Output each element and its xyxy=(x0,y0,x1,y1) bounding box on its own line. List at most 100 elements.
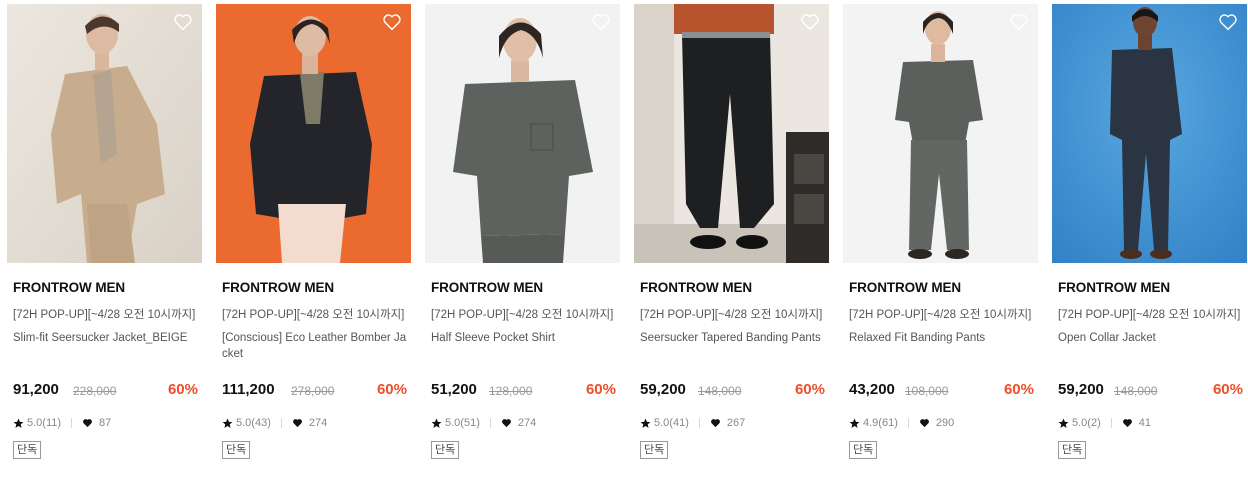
original-price: 148,000 xyxy=(698,384,742,398)
divider xyxy=(907,418,909,428)
star-icon xyxy=(640,418,651,428)
product-image[interactable] xyxy=(634,4,829,263)
star-icon xyxy=(1058,418,1069,428)
rating-value: 5.0(11) xyxy=(27,417,62,429)
discount-rate: 60% xyxy=(167,381,198,398)
sale-price: 91,200 xyxy=(13,381,59,398)
brand-name[interactable]: FRONTROW MEN xyxy=(222,280,334,295)
product-photo-open-collar xyxy=(1052,4,1247,263)
brand-name[interactable]: FRONTROW MEN xyxy=(849,280,961,295)
original-price: 108,000 xyxy=(905,384,949,398)
star-icon xyxy=(849,418,860,428)
brand-name[interactable]: FRONTROW MEN xyxy=(13,280,125,295)
heart-icon xyxy=(1122,419,1132,428)
exclusive-badge: 단독 xyxy=(222,441,251,459)
promo-label[interactable]: [72H POP-UP][~4/28 오전 10시까지] xyxy=(222,306,408,322)
divider xyxy=(1110,418,1112,428)
discount-rate: 60% xyxy=(1212,381,1243,398)
brand-name[interactable]: FRONTROW MEN xyxy=(640,280,752,295)
product-card[interactable]: FRONTROW MEN [72H POP-UP][~4/28 오전 10시까지… xyxy=(216,4,411,474)
star-icon xyxy=(222,418,233,428)
product-name[interactable]: Relaxed Fit Banding Pants xyxy=(849,330,1035,346)
exclusive-badge: 단독 xyxy=(431,441,460,459)
product-card[interactable]: FRONTROW MEN [72H POP-UP][~4/28 오전 10시까지… xyxy=(634,4,829,474)
brand-name[interactable]: FRONTROW MEN xyxy=(431,280,543,295)
heart-icon xyxy=(83,419,92,428)
wishlist-heart-icon[interactable] xyxy=(382,13,402,31)
star-icon xyxy=(431,418,442,428)
product-grid: FRONTROW MEN [72H POP-UP][~4/28 오전 10시까지… xyxy=(0,0,1248,493)
product-stats: 5.0(2) 41 xyxy=(1058,416,1151,430)
like-count: 290 xyxy=(935,417,955,429)
product-photo-pocket-shirt xyxy=(425,4,620,263)
promo-label[interactable]: [72H POP-UP][~4/28 오전 10시까지] xyxy=(640,306,826,322)
wishlist-heart-icon[interactable] xyxy=(591,13,611,31)
promo-label[interactable]: [72H POP-UP][~4/28 오전 10시까지] xyxy=(1058,306,1244,322)
original-price: 128,000 xyxy=(489,384,533,398)
product-stats: 4.9(61) 290 xyxy=(849,416,954,430)
divider xyxy=(71,418,73,428)
product-image[interactable] xyxy=(843,4,1038,263)
sale-price: 111,200 xyxy=(222,381,275,398)
sale-price: 43,200 xyxy=(849,381,895,398)
sale-price: 59,200 xyxy=(640,381,686,398)
product-image[interactable] xyxy=(1052,4,1247,263)
star-icon xyxy=(13,418,24,428)
product-name[interactable]: [Conscious] Eco Leather Bomber Jacket xyxy=(222,330,408,362)
product-photo-leather-bomber xyxy=(216,4,411,263)
product-stats: 5.0(41) 267 xyxy=(640,416,745,430)
exclusive-badge: 단독 xyxy=(1058,441,1087,459)
brand-name[interactable]: FRONTROW MEN xyxy=(1058,280,1170,295)
product-image[interactable] xyxy=(216,4,411,263)
divider xyxy=(698,418,700,428)
product-name[interactable]: Open Collar Jacket xyxy=(1058,330,1244,346)
like-count: 41 xyxy=(1138,417,1151,429)
wishlist-heart-icon[interactable] xyxy=(800,13,820,31)
product-image[interactable] xyxy=(425,4,620,263)
product-name[interactable]: Seersucker Tapered Banding Pants xyxy=(640,330,826,346)
product-card[interactable]: FRONTROW MEN [72H POP-UP][~4/28 오전 10시까지… xyxy=(843,4,1038,474)
like-count: 274 xyxy=(517,417,537,429)
product-stats: 5.0(51) 274 xyxy=(431,416,536,430)
rating-value: 5.0(2) xyxy=(1072,417,1101,429)
discount-rate: 60% xyxy=(1003,381,1034,398)
heart-icon xyxy=(501,419,511,428)
rating-value: 4.9(61) xyxy=(863,417,898,429)
product-stats: 5.0(43) 274 xyxy=(222,416,327,430)
product-photo-tapered-pants xyxy=(634,4,829,263)
like-count: 274 xyxy=(308,417,328,429)
product-name[interactable]: Half Sleeve Pocket Shirt xyxy=(431,330,617,346)
product-image[interactable] xyxy=(7,4,202,263)
product-photo-beige-suit xyxy=(7,4,202,263)
heart-icon xyxy=(710,419,720,428)
divider xyxy=(489,418,491,428)
original-price: 278,000 xyxy=(291,384,335,398)
product-card[interactable]: FRONTROW MEN [72H POP-UP][~4/28 오전 10시까지… xyxy=(7,4,202,474)
promo-label[interactable]: [72H POP-UP][~4/28 오전 10시까지] xyxy=(13,306,199,322)
rating-value: 5.0(43) xyxy=(236,417,271,429)
like-count: 267 xyxy=(726,417,746,429)
discount-rate: 60% xyxy=(585,381,616,398)
promo-label[interactable]: [72H POP-UP][~4/28 오전 10시까지] xyxy=(849,306,1035,322)
wishlist-heart-icon[interactable] xyxy=(1218,13,1238,31)
product-card[interactable]: FRONTROW MEN [72H POP-UP][~4/28 오전 10시까지… xyxy=(1052,4,1247,474)
original-price: 148,000 xyxy=(1114,384,1158,398)
rating-value: 5.0(51) xyxy=(445,417,480,429)
wishlist-heart-icon[interactable] xyxy=(173,13,193,31)
product-stats: 5.0(11) 87 xyxy=(13,416,111,430)
heart-icon xyxy=(919,419,929,428)
exclusive-badge: 단독 xyxy=(640,441,669,459)
original-price: 228,000 xyxy=(73,384,117,398)
exclusive-badge: 단독 xyxy=(849,441,878,459)
sale-price: 51,200 xyxy=(431,381,477,398)
like-count: 87 xyxy=(99,417,112,429)
discount-rate: 60% xyxy=(794,381,825,398)
product-name[interactable]: Slim-fit Seersucker Jacket_BEIGE xyxy=(13,330,199,346)
promo-label[interactable]: [72H POP-UP][~4/28 오전 10시까지] xyxy=(431,306,617,322)
divider xyxy=(280,418,282,428)
exclusive-badge: 단독 xyxy=(13,441,42,459)
product-card[interactable]: FRONTROW MEN [72H POP-UP][~4/28 오전 10시까지… xyxy=(425,4,620,474)
sale-price: 59,200 xyxy=(1058,381,1104,398)
wishlist-heart-icon[interactable] xyxy=(1009,13,1029,31)
rating-value: 5.0(41) xyxy=(654,417,689,429)
